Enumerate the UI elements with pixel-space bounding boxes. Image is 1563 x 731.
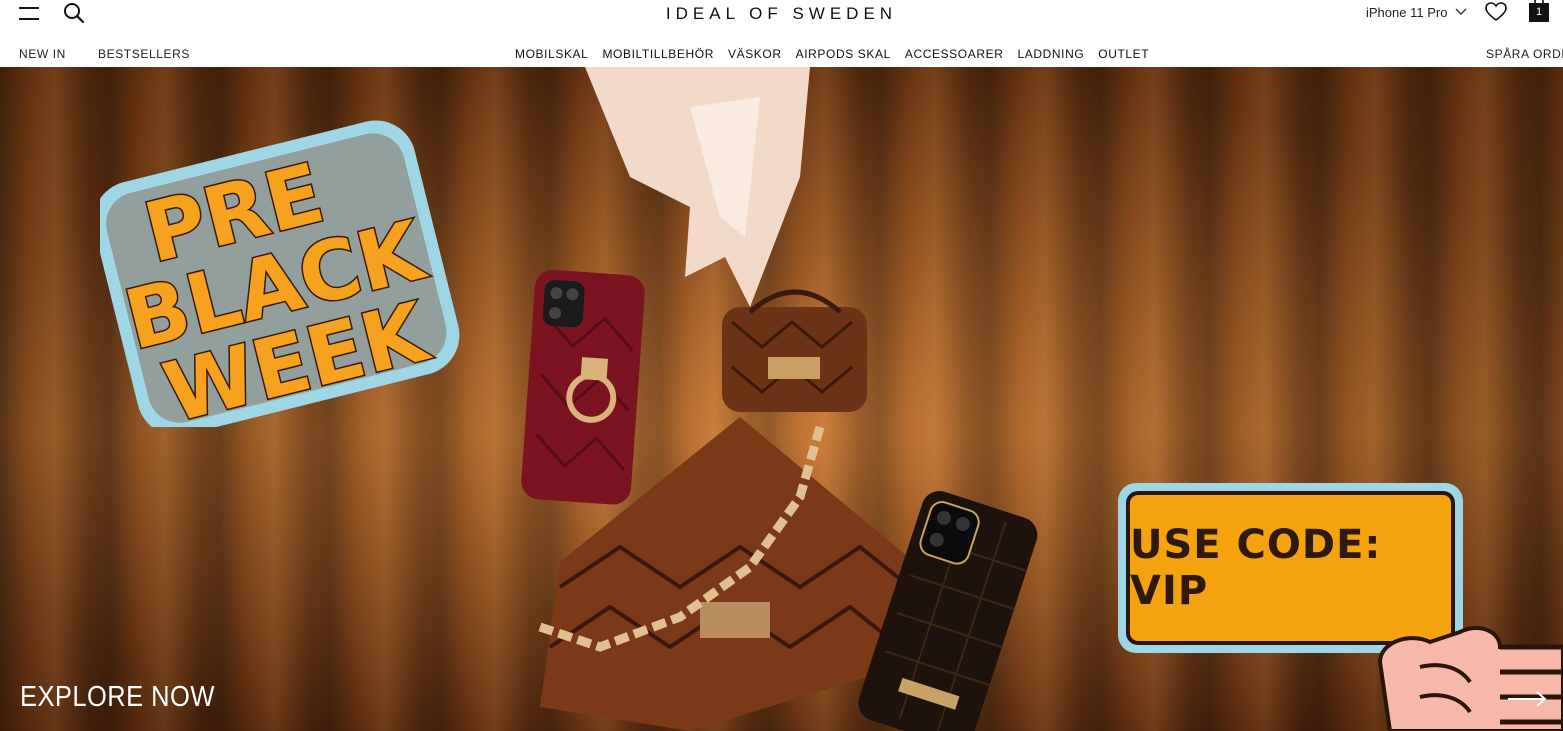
hero-product-image [521,67,1038,731]
nav-vaskor[interactable]: VÄSKOR [728,47,782,61]
heart-icon[interactable] [1484,1,1508,23]
site-logo[interactable]: IDEAL OF SWEDEN [0,4,1563,24]
pointing-hand-illustration [1377,626,1563,731]
cart-count-badge: 1 [1535,6,1543,18]
promo-code-text: USE CODE: VIP [1130,522,1382,614]
site-header: IDEAL OF SWEDEN iPhone 11 Pro 1 NEW IN B… [0,0,1563,67]
nav-laddning[interactable]: LADDNING [1017,47,1084,61]
nav-outlet[interactable]: OUTLET [1098,47,1149,61]
nav-accessoarer[interactable]: ACCESSOARER [905,47,1004,61]
nav-mobilskal[interactable]: MOBILSKAL [515,47,588,61]
nav-track-order[interactable]: SPÅRA ORDER [1486,47,1563,61]
pre-black-week-sticker: PRE BLACK WEEK [100,120,460,427]
chevron-down-icon [1455,8,1467,15]
shopping-bag-icon[interactable]: 1 [1528,0,1550,23]
arrow-right-icon[interactable] [1508,689,1548,709]
device-selector-label: iPhone 11 Pro [1366,4,1448,20]
device-selector[interactable]: iPhone 11 Pro [1366,3,1467,21]
nav-mobiltillbehor[interactable]: MOBILTILLBEHÖR [602,47,714,61]
hero-banner[interactable]: PRE BLACK WEEK USE CODE: VIP EXPLORE NOW [0,67,1563,731]
nav-new-in[interactable]: NEW IN [19,47,66,61]
nav-airpods-skal[interactable]: AIRPODS SKAL [796,47,891,61]
nav-bestsellers[interactable]: BESTSELLERS [98,47,190,61]
explore-now-link[interactable]: EXPLORE NOW [20,681,215,714]
main-category-nav: MOBILSKAL MOBILTILLBEHÖR VÄSKOR AIRPODS … [515,47,1149,61]
